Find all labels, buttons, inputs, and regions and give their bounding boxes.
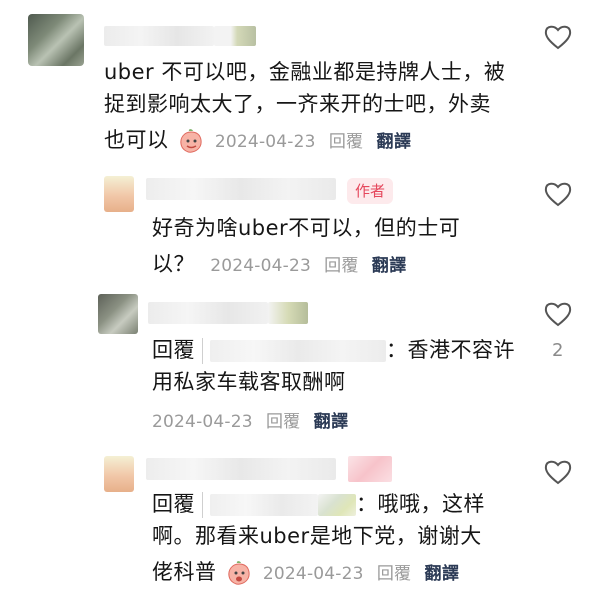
reply-text-line: 回覆 bbox=[152, 334, 195, 367]
username-decoration bbox=[348, 456, 392, 482]
comment-footer: 也可以 2024-04-23 回覆 翻譯 bbox=[104, 124, 411, 159]
heart-outline-icon[interactable] bbox=[543, 300, 573, 328]
peach-face-emoji-icon bbox=[226, 560, 252, 586]
reply-date: 2024-04-23 bbox=[210, 256, 311, 276]
like-count: 2 bbox=[552, 340, 564, 361]
mentioned-user[interactable] bbox=[210, 494, 318, 516]
reply-button[interactable]: 回覆 bbox=[329, 132, 363, 152]
reply-footer: 佬科普 2024-04-23 回覆 翻譯 bbox=[152, 556, 459, 591]
mention-cursor bbox=[202, 338, 203, 364]
username-decoration bbox=[318, 494, 356, 516]
reply-text-line: 好奇为啥uber不可以，但的士可 bbox=[152, 216, 461, 240]
translate-button[interactable]: 翻譯 bbox=[314, 412, 349, 432]
username[interactable] bbox=[146, 178, 336, 200]
reply-text-line: 以？ bbox=[152, 252, 195, 276]
reply-date: 2024-04-23 bbox=[262, 564, 364, 584]
mention-cursor bbox=[202, 492, 203, 518]
reply-text-line: ：哦哦，这样 bbox=[356, 492, 485, 516]
comment-text-line: uber 不可以吧，金融业都是持牌人士，被 bbox=[104, 60, 506, 84]
username[interactable] bbox=[104, 26, 214, 46]
reply-prefix: 回覆 bbox=[152, 338, 195, 362]
avatar[interactable] bbox=[104, 456, 134, 492]
reply-button[interactable]: 回覆 bbox=[377, 564, 411, 584]
reply-text-line: 用私家车载客取酬啊 bbox=[152, 370, 346, 394]
peach-face-emoji-icon bbox=[178, 128, 204, 154]
reply-button[interactable]: 回覆 bbox=[266, 412, 300, 432]
mentioned-user[interactable] bbox=[210, 340, 386, 362]
avatar[interactable] bbox=[104, 176, 134, 212]
username[interactable] bbox=[146, 458, 336, 480]
heart-outline-icon[interactable] bbox=[543, 180, 573, 208]
avatar[interactable] bbox=[98, 294, 138, 334]
username[interactable] bbox=[148, 302, 268, 324]
translate-button[interactable]: 翻譯 bbox=[424, 564, 459, 584]
reply-prefix: 回覆 bbox=[152, 492, 195, 516]
reply-footer: 以？ 2024-04-23 回覆 翻譯 bbox=[152, 248, 407, 283]
reply-text-line: 佬科普 bbox=[152, 560, 217, 584]
reply-text-line: 回覆 bbox=[152, 488, 195, 521]
reply-footer: 2024-04-23 回覆 翻譯 bbox=[152, 404, 349, 439]
author-badge: 作者 bbox=[347, 178, 394, 204]
translate-button[interactable]: 翻譯 bbox=[376, 132, 411, 152]
reply-text-line: 啊。那看来uber是地下党，谢谢大 bbox=[152, 524, 482, 548]
comment-date: 2024-04-23 bbox=[214, 132, 316, 152]
username-decoration bbox=[214, 26, 256, 46]
heart-outline-icon[interactable] bbox=[543, 23, 573, 51]
avatar[interactable] bbox=[28, 14, 84, 66]
reply-date: 2024-04-23 bbox=[152, 412, 253, 432]
heart-outline-icon[interactable] bbox=[543, 458, 573, 486]
reply-text-line: ：香港不容许 bbox=[386, 338, 515, 362]
reply-button[interactable]: 回覆 bbox=[324, 256, 358, 276]
comment-text-line: 也可以 bbox=[104, 128, 169, 152]
translate-button[interactable]: 翻譯 bbox=[372, 256, 407, 276]
comment-text-line: 捉到影响太大了，一齐来开的士吧，外卖 bbox=[104, 92, 491, 116]
username-decoration bbox=[268, 302, 308, 324]
